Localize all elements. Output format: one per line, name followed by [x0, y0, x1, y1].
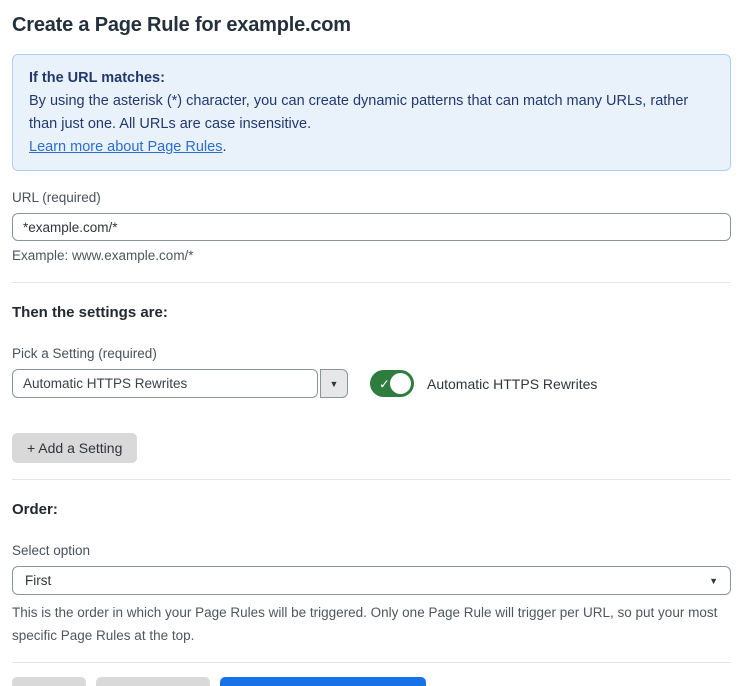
url-label: URL (required): [12, 190, 101, 205]
setting-picker-row: Automatic HTTPS Rewrites ▼ ✓ Automatic H…: [12, 369, 731, 398]
caret-down-icon: ▼: [329, 378, 339, 389]
order-select-value: First: [25, 573, 52, 588]
footer-actions: Cancel Save as Draft Save and Deploy Pag…: [12, 677, 731, 686]
order-select[interactable]: First ▼: [12, 566, 731, 595]
check-icon: ✓: [379, 376, 390, 391]
setting-dropdown-arrow-button[interactable]: ▼: [320, 369, 348, 398]
divider: [12, 662, 731, 663]
caret-down-icon: ▼: [709, 575, 718, 586]
pick-setting-label: Pick a Setting (required): [12, 346, 157, 361]
order-section-heading: Order:: [12, 501, 58, 518]
order-help-text: This is the order in which your Page Rul…: [12, 605, 718, 643]
info-box-link-line: Learn more about Page Rules.: [29, 136, 714, 159]
info-box-body-text: By using the asterisk (*) character, you…: [29, 93, 689, 132]
setting-dropdown[interactable]: Automatic HTTPS Rewrites: [12, 369, 318, 398]
settings-section-heading: Then the settings are:: [12, 304, 168, 321]
divider: [12, 282, 731, 283]
page-title: Create a Page Rule for example.com: [12, 14, 351, 36]
toggle-knob: [390, 373, 411, 394]
url-matches-info-box: If the URL matches: By using the asteris…: [12, 54, 731, 171]
save-as-draft-button[interactable]: Save as Draft: [95, 677, 211, 686]
divider: [12, 479, 731, 480]
setting-dropdown-value: Automatic HTTPS Rewrites: [23, 376, 188, 391]
cancel-button[interactable]: Cancel: [12, 677, 86, 686]
select-option-label: Select option: [12, 543, 91, 558]
url-input[interactable]: [12, 213, 731, 241]
info-box-heading: If the URL matches:: [29, 70, 165, 86]
info-box-body: By using the asterisk (*) character, you…: [29, 90, 714, 136]
toggle-label: Automatic HTTPS Rewrites: [427, 375, 598, 392]
url-example-text: Example: www.example.com/*: [12, 248, 194, 263]
page-rule-form: Create a Page Rule for example.com If th…: [0, 0, 743, 686]
https-rewrites-toggle[interactable]: ✓: [370, 370, 414, 397]
save-and-deploy-button[interactable]: Save and Deploy Page Rule: [220, 677, 427, 686]
link-period: .: [222, 139, 227, 155]
add-setting-button[interactable]: + Add a Setting: [12, 433, 138, 463]
learn-more-link[interactable]: Learn more about Page Rules: [29, 139, 222, 155]
